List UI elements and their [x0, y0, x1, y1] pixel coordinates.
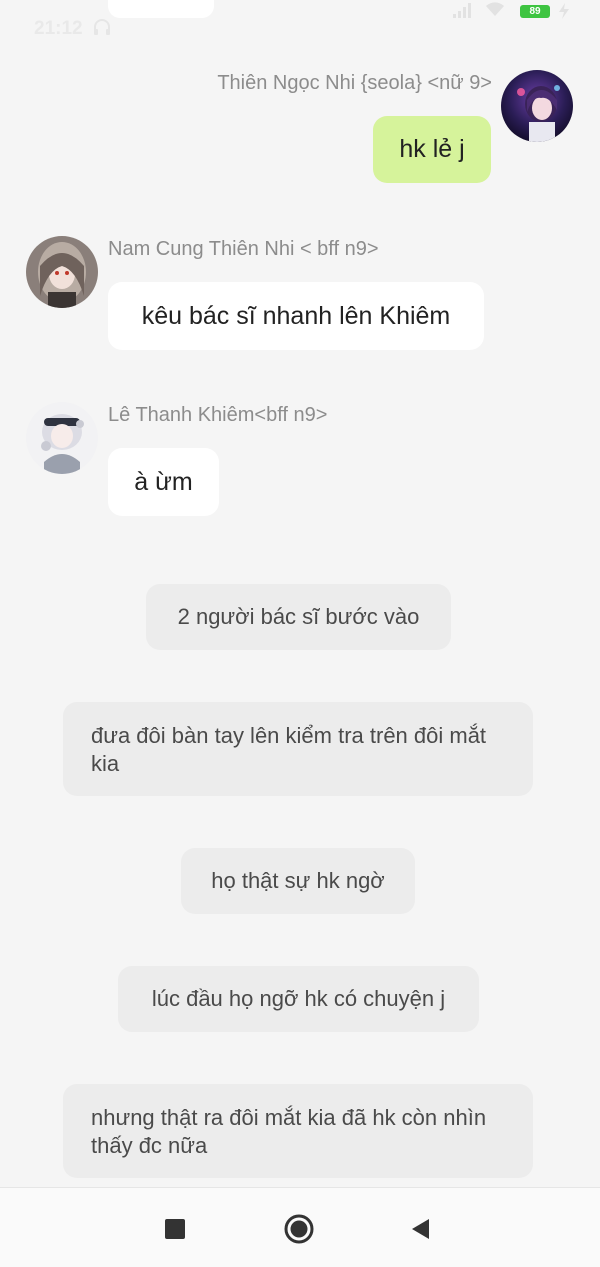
message-text: hk lẻ j — [399, 135, 465, 163]
narration-text: 2 người bác sĩ bước vào — [177, 604, 420, 629]
narration-bubble: đưa đôi bàn tay lên kiểm tra trên đôi mắ… — [63, 702, 533, 796]
narration-bubble: 2 người bác sĩ bước vào — [146, 584, 451, 650]
triangle-back-icon[interactable] — [406, 1214, 436, 1244]
charging-icon — [559, 3, 569, 19]
narration-bubble: lúc đầu họ ngỡ hk có chuyện j — [118, 966, 479, 1032]
previous-message-bubble — [108, 0, 214, 18]
message-text: à ừm — [134, 467, 193, 496]
message-bubble[interactable]: kêu bác sĩ nhanh lên Khiêm — [108, 282, 484, 350]
avatar[interactable] — [26, 236, 98, 308]
message-bubble[interactable]: à ừm — [108, 448, 219, 516]
sender-name: Lê Thanh Khiêm<bff n9> — [108, 404, 328, 426]
narration-text: nhưng thật ra đôi mắt kia đã hk còn nhìn… — [91, 1105, 487, 1158]
status-time: 21:12 — [34, 18, 83, 39]
battery-level: 89 — [529, 6, 541, 17]
narration-bubble: nhưng thật ra đôi mắt kia đã hk còn nhìn… — [63, 1084, 533, 1178]
headset-icon — [94, 19, 110, 35]
narration-text: họ thật sự hk ngờ — [211, 868, 385, 893]
sender-name: Thiên Ngọc Nhi {seola} <nữ 9> — [217, 72, 492, 94]
message-bubble[interactable]: hk lẻ j — [373, 116, 491, 183]
avatar[interactable] — [501, 70, 573, 142]
signal-icon — [453, 3, 471, 18]
battery-indicator: 89 — [520, 5, 550, 18]
wifi-icon — [486, 2, 504, 17]
narration-text: lúc đầu họ ngỡ hk có chuyện j — [151, 986, 446, 1011]
circle-icon[interactable] — [284, 1214, 314, 1244]
sender-name: Nam Cung Thiên Nhi < bff n9> — [108, 238, 379, 260]
narration-text: đưa đôi bàn tay lên kiểm tra trên đôi mắ… — [91, 723, 487, 776]
navigation-bar — [0, 1187, 600, 1267]
square-icon[interactable] — [160, 1214, 190, 1244]
narration-bubble: họ thật sự hk ngờ — [181, 848, 415, 914]
message-text: kêu bác sĩ nhanh lên Khiêm — [141, 301, 451, 330]
status-bar: 21:12 89 — [0, 0, 600, 60]
avatar[interactable] — [26, 402, 98, 474]
